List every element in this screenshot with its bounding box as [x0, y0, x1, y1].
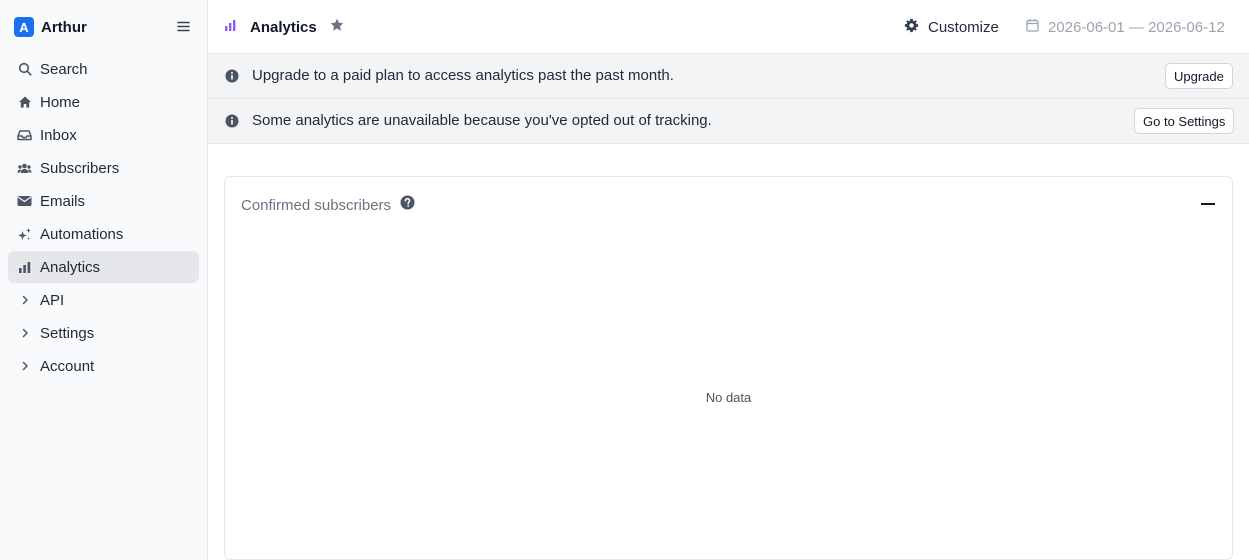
confirmed-subscribers-card: Confirmed subscribers No data [224, 176, 1233, 560]
banner-message: Upgrade to a paid plan to access analyti… [252, 67, 674, 84]
page-title-group: Analytics [224, 18, 344, 37]
star-icon[interactable] [330, 18, 344, 37]
sidebar-item-automations[interactable]: Automations [8, 218, 199, 250]
sidebar-item-label: Search [40, 60, 88, 78]
sidebar-item-label: Home [40, 93, 81, 111]
go-to-settings-button[interactable]: Go to Settings [1134, 108, 1235, 134]
collapse-button[interactable] [1196, 195, 1220, 213]
sidebar: A Arthur Search Home Inbox Subscribers E… [0, 0, 208, 560]
workspace-switcher[interactable]: A Arthur [14, 17, 87, 37]
minus-icon [1201, 203, 1215, 205]
customize-label: Customize [928, 18, 999, 36]
page-header: Analytics Customize 2026-06-01 — 2026-06… [208, 0, 1249, 54]
upgrade-banner: Upgrade to a paid plan to access analyti… [208, 54, 1249, 99]
sparkles-icon [17, 227, 32, 242]
gear-icon [904, 18, 919, 37]
sidebar-item-label: API [40, 291, 65, 309]
home-icon [17, 95, 32, 110]
upgrade-button[interactable]: Upgrade [1165, 63, 1233, 89]
sidebar-item-account[interactable]: Account [8, 350, 199, 382]
tracking-banner: Some analytics are unavailable because y… [208, 99, 1249, 144]
sidebar-item-label: Analytics [40, 258, 101, 276]
bar-chart-icon [224, 19, 237, 37]
envelope-icon [17, 194, 32, 209]
menu-icon[interactable] [176, 19, 191, 34]
banner-message: Some analytics are unavailable because y… [252, 112, 712, 129]
sidebar-item-label: Automations [40, 225, 124, 243]
sidebar-item-settings[interactable]: Settings [8, 317, 199, 349]
date-range-value: 2026-06-01 — 2026-06-12 [1048, 18, 1225, 36]
info-icon [225, 114, 239, 133]
customize-button[interactable]: Customize [904, 17, 999, 37]
date-range-picker[interactable]: 2026-06-01 — 2026-06-12 [1026, 17, 1225, 37]
sidebar-item-label: Account [40, 357, 95, 375]
empty-state: No data [705, 390, 752, 405]
sidebar-item-label: Inbox [40, 126, 77, 144]
sidebar-item-search[interactable]: Search [8, 53, 199, 85]
sidebar-item-emails[interactable]: Emails [8, 185, 199, 217]
sidebar-item-label: Emails [40, 192, 86, 210]
card-header: Confirmed subscribers [241, 195, 415, 215]
info-icon [225, 69, 239, 88]
help-icon[interactable] [400, 195, 415, 215]
users-icon [17, 161, 32, 176]
search-icon [17, 62, 32, 77]
sidebar-item-home[interactable]: Home [8, 86, 199, 118]
page-title: Analytics [250, 19, 317, 36]
inbox-icon [17, 128, 32, 143]
sidebar-item-label: Subscribers [40, 159, 120, 177]
chevron-right-icon [17, 326, 32, 341]
workspace-logo: A [14, 17, 34, 37]
card-title: Confirmed subscribers [241, 196, 392, 214]
bar-chart-icon [17, 260, 32, 275]
sidebar-item-inbox[interactable]: Inbox [8, 119, 199, 151]
calendar-icon [1026, 18, 1039, 36]
sidebar-item-analytics[interactable]: Analytics [8, 251, 199, 283]
sidebar-item-subscribers[interactable]: Subscribers [8, 152, 199, 184]
sidebar-item-label: Settings [40, 324, 95, 342]
chevron-right-icon [17, 359, 32, 374]
sidebar-nav: Search Home Inbox Subscribers Emails Aut… [8, 53, 199, 383]
chevron-right-icon [17, 293, 32, 308]
sidebar-item-api[interactable]: API [8, 284, 199, 316]
workspace-name: Arthur [41, 18, 87, 36]
